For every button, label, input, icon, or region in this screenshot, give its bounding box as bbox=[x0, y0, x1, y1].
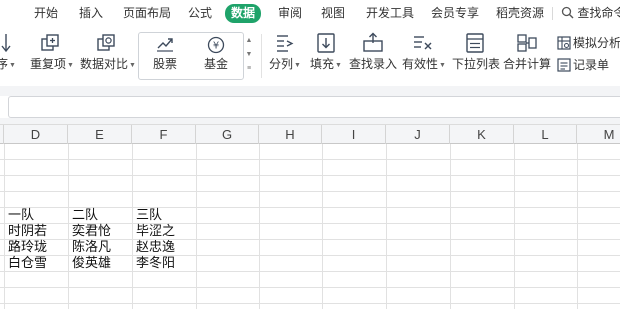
column-header-h[interactable]: H bbox=[259, 125, 322, 144]
cell-d-team1[interactable]: 一队 bbox=[4, 207, 68, 223]
merge-calc-button[interactable]: 合并计算 bbox=[503, 32, 551, 71]
cell-e-row4[interactable]: 俊英雄 bbox=[68, 255, 132, 271]
fill-down-icon bbox=[317, 33, 335, 53]
duplicates-button[interactable]: 重复项▼ bbox=[30, 32, 74, 73]
tab-view[interactable]: 视图 bbox=[321, 5, 345, 22]
simulate-analysis-icon bbox=[557, 36, 571, 50]
toolbar-gap bbox=[0, 86, 620, 96]
stock-button[interactable]: 股票 bbox=[150, 36, 180, 71]
cell-f-row2[interactable]: 毕涩之 bbox=[132, 223, 196, 239]
dropdown-list-button[interactable]: 下拉列表 bbox=[452, 32, 501, 71]
cell-e-row2[interactable]: 奕君怆 bbox=[68, 223, 132, 239]
gallery-up-icon[interactable]: ▲ bbox=[244, 34, 254, 48]
data-compare-label: 数据对比 bbox=[80, 57, 129, 71]
menu-divider bbox=[552, 7, 553, 20]
merge-calc-label: 合并计算 bbox=[503, 57, 552, 71]
cell-d-row2[interactable]: 时阴若 bbox=[4, 223, 68, 239]
cell-d-row3[interactable]: 路玲珑 bbox=[4, 239, 68, 255]
gallery-scroll[interactable]: ▲ ▼ ≡ bbox=[244, 34, 254, 78]
fill-button[interactable]: 填充▼ bbox=[309, 32, 343, 73]
fund-label: 基金 bbox=[203, 57, 228, 71]
tab-docer-resources[interactable]: 稻壳资源 bbox=[496, 5, 544, 22]
sheet-grid[interactable]: 一队 二队 三队 时阴若 奕君怆 毕涩之 路玲珑 陈洛凡 赵忠逸 白仓雪 俊英雄… bbox=[0, 144, 620, 309]
simulate-analysis-button[interactable]: 模拟分析 bbox=[557, 35, 620, 51]
yen-icon: ¥ bbox=[207, 36, 225, 54]
record-form-icon bbox=[557, 58, 571, 72]
stock-chart-icon bbox=[157, 38, 173, 52]
cell-e-team2[interactable]: 二队 bbox=[68, 207, 132, 223]
gallery-down-icon[interactable]: ▼ bbox=[244, 48, 254, 62]
column-header-j[interactable]: J bbox=[386, 125, 450, 144]
dropdown-list-label: 下拉列表 bbox=[452, 57, 501, 71]
ribbon-toolbar: 序▼ 重复项▼ 数据对比▼ 股票 ¥ 基金 ▲ ▼ ≡ 分列▼ 填充▼ 查找录入… bbox=[0, 26, 620, 86]
cell-f-row4[interactable]: 李冬阳 bbox=[132, 255, 196, 271]
fund-button[interactable]: ¥ 基金 bbox=[201, 36, 231, 71]
column-header-k[interactable]: K bbox=[450, 125, 514, 144]
tab-member[interactable]: 会员专享 bbox=[431, 5, 479, 22]
cell-f-team3[interactable]: 三队 bbox=[132, 207, 196, 223]
sort-arrow-icon bbox=[1, 34, 11, 53]
split-column-label: 分列 bbox=[269, 57, 294, 71]
record-form-label: 记录单 bbox=[573, 58, 610, 72]
merge-calc-icon bbox=[517, 34, 537, 52]
formula-input[interactable] bbox=[8, 96, 620, 118]
tab-review[interactable]: 审阅 bbox=[278, 5, 302, 22]
lookup-entry-icon bbox=[363, 32, 383, 52]
tab-data[interactable]: 数据 bbox=[225, 4, 262, 23]
duplicates-icon bbox=[41, 34, 59, 51]
column-header-row: D E F G H I J K L M bbox=[0, 124, 620, 144]
simulate-analysis-label: 模拟分析 bbox=[573, 36, 620, 50]
tab-home[interactable]: 开始 bbox=[34, 5, 58, 22]
lookup-entry-label: 查找录入 bbox=[349, 57, 398, 71]
split-column-button[interactable]: 分列▼ bbox=[268, 32, 302, 73]
validity-label: 有效性 bbox=[402, 57, 439, 71]
fill-label: 填充 bbox=[310, 57, 335, 71]
column-header-d[interactable]: D bbox=[4, 125, 68, 144]
cell-d-row4[interactable]: 白仓雪 bbox=[4, 255, 68, 271]
column-header-e[interactable]: E bbox=[68, 125, 132, 144]
column-header-l[interactable]: L bbox=[514, 125, 577, 144]
compare-icon bbox=[97, 34, 115, 51]
dropdown-list-icon bbox=[466, 33, 484, 53]
tab-developer[interactable]: 开发工具 bbox=[366, 5, 414, 22]
record-form-button[interactable]: 记录单 bbox=[557, 57, 609, 73]
sort-button[interactable]: 序▼ bbox=[0, 32, 16, 73]
validity-icon bbox=[414, 36, 432, 50]
cell-f-row3[interactable]: 赵忠逸 bbox=[132, 239, 196, 255]
duplicates-label: 重复项 bbox=[30, 57, 67, 71]
search-command-label: 查找命令 bbox=[577, 6, 620, 20]
ribbon-divider bbox=[261, 34, 262, 78]
stock-label: 股票 bbox=[152, 57, 177, 71]
tab-insert[interactable]: 插入 bbox=[79, 5, 103, 22]
lookup-entry-button[interactable]: 查找录入 bbox=[349, 32, 397, 71]
sort-label: 序 bbox=[0, 57, 9, 71]
search-command[interactable]: 查找命令 bbox=[561, 5, 620, 22]
gallery-expand-icon[interactable]: ≡ bbox=[244, 62, 254, 76]
cell-e-row3[interactable]: 陈洛凡 bbox=[68, 239, 132, 255]
column-header-g[interactable]: G bbox=[196, 125, 259, 144]
tab-formulas[interactable]: 公式 bbox=[188, 5, 212, 22]
data-compare-button[interactable]: 数据对比▼ bbox=[80, 32, 136, 73]
column-header-f[interactable]: F bbox=[132, 125, 196, 144]
column-header-m[interactable]: M bbox=[577, 125, 620, 144]
column-header-i[interactable]: I bbox=[322, 125, 386, 144]
validity-button[interactable]: 有效性▼ bbox=[402, 32, 446, 73]
svg-text:¥: ¥ bbox=[213, 41, 219, 52]
tab-page-layout[interactable]: 页面布局 bbox=[123, 5, 171, 22]
split-column-icon bbox=[277, 35, 294, 52]
menu-bar: 开始 插入 页面布局 公式 数据 审阅 视图 开发工具 会员专享 稻壳资源 查找… bbox=[0, 0, 620, 26]
search-icon bbox=[561, 6, 574, 19]
